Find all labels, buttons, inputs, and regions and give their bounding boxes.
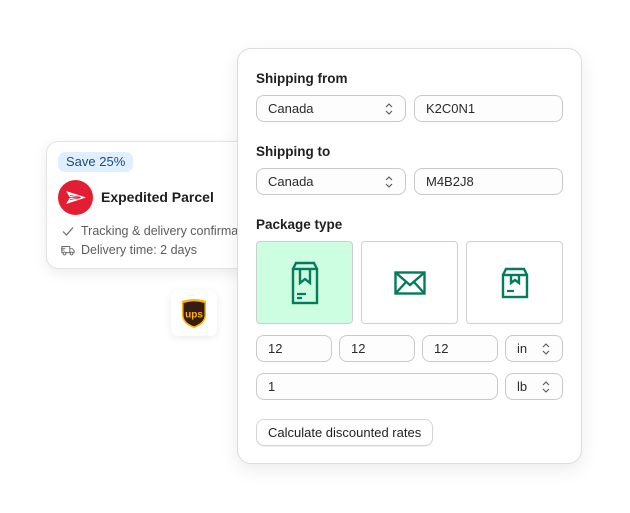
shipping-from-label: Shipping from	[256, 71, 348, 86]
shipping-to-country-select[interactable]: Canada	[256, 168, 406, 195]
chevron-up-down-icon	[384, 102, 394, 116]
dimension-unit-select[interactable]: in	[505, 335, 563, 362]
weight-unit-select[interactable]: lb	[505, 373, 563, 400]
feature-delivery-time: Delivery time: 2 days	[61, 243, 197, 257]
package-option-small-box[interactable]	[466, 241, 563, 324]
weight-input[interactable]: 1	[256, 373, 498, 400]
length-input[interactable]: 12	[256, 335, 332, 362]
shipping-from-country-select[interactable]: Canada	[256, 95, 406, 122]
unit-value: in	[517, 341, 528, 356]
width-input[interactable]: 12	[339, 335, 415, 362]
canada-post-logo-icon	[58, 180, 93, 215]
package-option-box[interactable]	[256, 241, 353, 324]
weight-value: 1	[268, 379, 276, 394]
height-input[interactable]: 12	[422, 335, 498, 362]
shipping-rate-form: Shipping from Canada K2C0N1 Shipping to …	[237, 48, 582, 464]
rate-card: Save 25% Expedited Parcel Tracking & del…	[46, 141, 266, 269]
chevron-up-down-icon	[541, 380, 551, 394]
envelope-icon	[393, 270, 426, 295]
chevron-up-down-icon	[384, 175, 394, 189]
height-value: 12	[434, 341, 449, 356]
country-value: Canada	[268, 174, 314, 189]
svg-text:ups: ups	[185, 309, 203, 320]
calculate-rates-button[interactable]: Calculate discounted rates	[256, 419, 434, 446]
ups-carrier-tile[interactable]: ups	[171, 290, 217, 336]
width-value: 12	[351, 341, 366, 356]
country-value: Canada	[268, 101, 314, 116]
shipping-to-postal-input[interactable]: M4B2J8	[414, 168, 563, 195]
shipping-from-postal-input[interactable]: K2C0N1	[414, 95, 563, 122]
feature-text: Delivery time: 2 days	[81, 243, 198, 257]
check-icon	[62, 227, 74, 236]
delivery-truck-icon	[61, 246, 75, 256]
chevron-up-down-icon	[541, 342, 551, 356]
postal-code-value: K2C0N1	[426, 101, 476, 116]
package-option-envelope[interactable]	[361, 241, 458, 324]
feature-tracking: Tracking & delivery confirmation	[61, 224, 258, 238]
unit-value: lb	[517, 379, 528, 394]
shipping-to-label: Shipping to	[256, 144, 331, 159]
ups-logo-icon: ups	[182, 298, 206, 328]
length-value: 12	[268, 341, 283, 356]
carrier-name: Expedited Parcel	[101, 189, 214, 205]
package-type-label: Package type	[256, 217, 343, 232]
small-box-icon	[501, 267, 528, 298]
postal-code-value: M4B2J8	[426, 174, 474, 189]
discount-badge: Save 25%	[58, 152, 134, 172]
tall-box-icon	[291, 261, 318, 304]
feature-text: Tracking & delivery confirmation	[81, 224, 259, 238]
